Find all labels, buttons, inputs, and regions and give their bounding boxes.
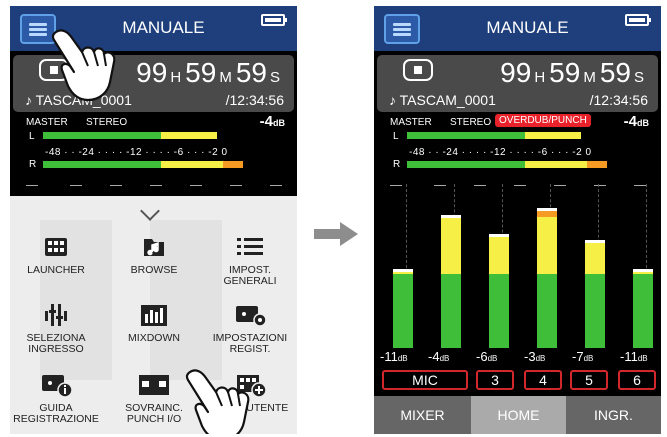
stop-icon: [403, 59, 433, 81]
battery-icon: [625, 14, 651, 26]
menu-button[interactable]: [384, 14, 420, 44]
grid-icon: [45, 238, 67, 256]
meter-scale: -48 · · -24 · · · · -12 · · · · -6 · · ·…: [45, 147, 228, 158]
tab-home[interactable]: HOME: [471, 396, 566, 434]
chevron-down-icon[interactable]: [140, 201, 160, 221]
stereo-label: STEREO: [450, 117, 492, 128]
channel-db-value: -11dB: [380, 349, 408, 364]
list-icon: [237, 238, 263, 255]
header-bar: MANUALE: [374, 6, 661, 51]
menu-icon: [393, 23, 411, 26]
time-counter: 99 H 59 M 59 S: [500, 57, 644, 88]
menu-item-label: MIXDOWN: [128, 332, 180, 344]
total-time: /12:34:56: [589, 92, 648, 108]
input-select-icon: [45, 304, 67, 326]
channel-meter: [528, 182, 558, 348]
meter-left-label: L: [29, 131, 35, 142]
channel-meter: [432, 182, 462, 348]
master-label: MASTER: [390, 117, 432, 128]
master-row: MASTER STEREO -4dB: [10, 112, 297, 130]
screen-title: MANUALE: [486, 18, 569, 37]
meter-right-label: R: [393, 159, 401, 170]
menu-item-launcher[interactable]: LAUNCHER: [11, 234, 101, 276]
channel-meter: [576, 182, 606, 348]
menu-item-label: IMPOST. GENERALI: [223, 264, 277, 287]
transport-panel: 99 H 59 M 59 S ♪ TASCAM_0001 /12:34:56: [377, 55, 658, 112]
tap-hand-icon: [51, 29, 116, 102]
tab-input[interactable]: INGR.: [566, 396, 661, 434]
menu-item-mixdown[interactable]: MIXDOWN: [109, 302, 199, 344]
channel-button[interactable]: 4: [524, 370, 562, 390]
recorder-screen-menu-open: MANUALE 99 H 59 M 59 S ♪ TASCAM_0001 /12:34:5…: [10, 6, 297, 434]
separator-dashes: [10, 182, 297, 196]
menu-item-general-settings[interactable]: IMPOST. GENERALI: [205, 234, 295, 287]
master-gain: -4dB: [259, 113, 285, 130]
mixdown-icon: [141, 305, 167, 326]
meter-bar-right: [407, 161, 617, 168]
menu-item-rec-guide[interactable]: GUIDA REGISTRAZIONE: [11, 372, 101, 425]
tap-hand-icon: [185, 369, 250, 434]
menu-item-label: SELEZIONA INGRESSO: [26, 332, 86, 355]
master-row: MASTER STEREO OVERDUB/PUNCH -4dB: [374, 112, 661, 130]
master-gain: -4dB: [623, 113, 649, 130]
arrow-right-icon: [314, 222, 358, 246]
tab-bar: MIXER HOME INGR.: [374, 396, 661, 434]
time-counter: 99 H 59 M 59 S: [136, 57, 280, 88]
menu-item-label: SOVRAINC. PUNCH I/O: [125, 402, 183, 425]
menu-item-browse[interactable]: BROWSE: [109, 234, 199, 276]
channel-button[interactable]: MIC: [382, 370, 468, 390]
meter-scale: -48 · · -24 · · · · -12 · · · · -6 · · ·…: [409, 147, 592, 158]
rec-guide-icon: [42, 375, 73, 398]
music-folder-icon: [144, 239, 164, 256]
overdub-badge: OVERDUB/PUNCH: [495, 114, 591, 127]
meter-left-label: L: [393, 131, 399, 142]
stereo-label: STEREO: [86, 117, 128, 128]
channel-button[interactable]: 5: [570, 370, 608, 390]
menu-item-label: BROWSE: [130, 264, 178, 276]
channel-db-value: -7dB: [572, 349, 594, 364]
channel-button[interactable]: 6: [618, 370, 656, 390]
channel-db-value: -3dB: [524, 349, 546, 364]
menu-item-label: GUIDA REGISTRAZIONE: [13, 402, 99, 425]
meter-bar-left: [407, 132, 617, 139]
meter-bar-right: [43, 161, 253, 168]
channel-meter: [384, 182, 414, 348]
menu-item-label: LAUNCHER: [27, 264, 85, 276]
master-meter: L -48 · · -24 · · · · -12 · · · · -6 · ·…: [374, 131, 661, 171]
punch-icon: [139, 375, 169, 395]
master-meter: L -48 · · -24 · · · · -12 · · · · -6 · ·…: [10, 131, 297, 171]
channel-db-value: -4dB: [428, 349, 450, 364]
meter-right-label: R: [29, 159, 37, 170]
separator-dashes: [374, 182, 661, 196]
battery-icon: [261, 14, 287, 26]
channel-db-value: -11dB: [620, 349, 648, 364]
rec-settings-icon: [236, 306, 267, 327]
menu-item-input-select[interactable]: SELEZIONA INGRESSO: [11, 302, 101, 355]
recorder-screen-overdub: MANUALE 99 H 59 M 59 S ♪ TASCAM_0001 /12:34:5…: [374, 6, 661, 434]
tab-mixer[interactable]: MIXER: [374, 396, 471, 434]
file-name: ♪ TASCAM_0001: [389, 92, 496, 108]
menu-item-rec-settings[interactable]: IMPOSTAZIONI REGIST.: [205, 302, 295, 355]
total-time: /12:34:56: [225, 92, 284, 108]
master-label: MASTER: [26, 117, 68, 128]
channel-meter: [624, 182, 654, 348]
meter-bar-left: [43, 132, 253, 139]
menu-icon: [29, 23, 47, 26]
channel-db-value: -6dB: [476, 349, 498, 364]
channel-meter: [480, 182, 510, 348]
channel-button[interactable]: 3: [476, 370, 514, 390]
menu-item-label: IMPOSTAZIONI REGIST.: [212, 332, 288, 355]
